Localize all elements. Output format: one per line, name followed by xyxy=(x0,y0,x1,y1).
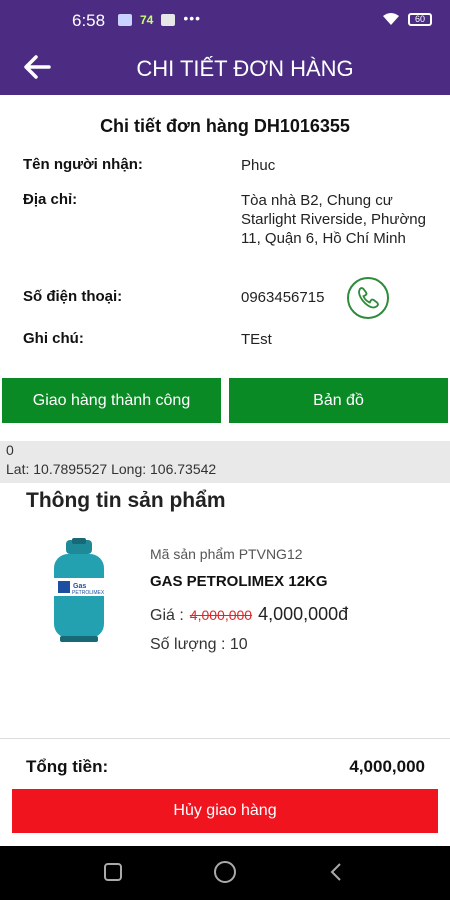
app-bar: CHI TIẾT ĐƠN HÀNG xyxy=(0,40,450,95)
total-value: 4,000,000 xyxy=(349,757,425,776)
battery-icon: 60 xyxy=(408,12,432,26)
location-coordinates: Lat: 10.7895527 Long: 106.73542 xyxy=(6,461,217,477)
phone-call-icon[interactable] xyxy=(347,277,389,319)
back-nav-icon[interactable] xyxy=(328,862,344,882)
order-title: Chi tiết đơn hàng DH1016355 xyxy=(100,116,350,136)
recipient-label: Tên người nhận: xyxy=(23,156,143,173)
gas-cylinder-image: Gas PETROLIMEX xyxy=(54,538,105,642)
phone-label: Số điện thoại: xyxy=(23,288,123,305)
recipient-value: Phuc xyxy=(241,157,276,174)
price-label: Giá : xyxy=(150,607,184,624)
notification-count: 74 xyxy=(140,13,154,27)
product-section-title: Thông tin sản phẩm xyxy=(26,489,226,512)
phone-value: 0963456715 xyxy=(241,289,325,306)
address-label: Địa chỉ: xyxy=(23,191,78,208)
status-time: 6:58 xyxy=(72,11,106,30)
svg-text:PETROLIMEX: PETROLIMEX xyxy=(72,590,105,596)
delivered-button[interactable]: Giao hàng thành công xyxy=(2,378,221,423)
image-notification-icon xyxy=(161,14,176,26)
product-price: Giá : 4,000,000 4,000,000đ xyxy=(150,604,348,625)
total-label: Tổng tiền: xyxy=(26,757,109,776)
note-value: TEst xyxy=(241,331,272,348)
cancel-delivery-button[interactable]: Hủy giao hàng xyxy=(12,789,438,833)
location-info: 0 Lat: 10.7895527 Long: 106.73542 xyxy=(0,441,450,483)
home-icon[interactable] xyxy=(213,860,237,884)
svg-text:Gas: Gas xyxy=(73,583,86,590)
status-notifications: 74 ••• xyxy=(118,10,202,27)
map-button[interactable]: Bản đồ xyxy=(229,378,448,423)
product-quantity: Số lượng : 10 xyxy=(150,636,248,653)
more-notifications-icon: ••• xyxy=(183,10,202,26)
note-label: Ghi chú: xyxy=(23,330,84,347)
product-code: Mã sản phẩm PTVNG12 xyxy=(150,546,303,562)
system-nav-bar xyxy=(0,846,450,900)
old-price: 4,000,000 xyxy=(189,607,253,623)
wifi-icon xyxy=(383,13,399,25)
notification-app-icon xyxy=(118,14,132,26)
location-line-1: 0 xyxy=(6,442,14,458)
address-value: Tòa nhà B2, Chung cư Starlight Riverside… xyxy=(241,192,426,247)
new-price: 4,000,000đ xyxy=(258,604,349,624)
recent-apps-icon[interactable] xyxy=(103,862,123,882)
product-name: GAS PETROLIMEX 12KG xyxy=(150,573,328,590)
divider xyxy=(0,738,450,739)
page-title: CHI TIẾT ĐƠN HÀNG xyxy=(136,56,354,81)
status-bar: 6:58 74 ••• 60 xyxy=(0,0,450,40)
